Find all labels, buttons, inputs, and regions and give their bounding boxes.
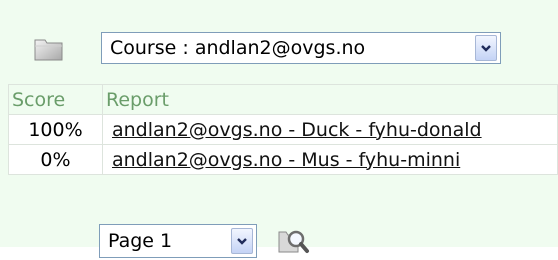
column-header-score: Score [8,84,103,115]
course-select[interactable]: Course : andlan2@ovgs.no [101,32,501,64]
column-header-report: Report [102,84,558,115]
magnifier-icon[interactable] [276,226,310,256]
report-table: Score Report 100% andlan2@ovgs.no - Duck… [8,84,558,175]
chevron-down-icon [481,45,491,52]
report-cell: andlan2@ovgs.no - Duck - fyhu-donald [102,114,558,145]
course-select-value: Course : andlan2@ovgs.no [110,37,366,59]
report-link[interactable]: andlan2@ovgs.no - Mus - fyhu-minni [112,149,460,171]
score-cell: 100% [8,114,103,145]
report-link[interactable]: andlan2@ovgs.no - Duck - fyhu-donald [112,119,482,141]
report-panel: Course : andlan2@ovgs.no Score Report 10… [0,0,558,258]
table-row: 100% andlan2@ovgs.no - Duck - fyhu-donal… [8,114,558,145]
table-row: 0% andlan2@ovgs.no - Mus - fyhu-minni [8,144,558,175]
page-select[interactable]: Page 1 [99,224,257,258]
table-header-row: Score Report [8,84,558,115]
course-dropdown-button[interactable] [475,35,497,61]
report-cell: andlan2@ovgs.no - Mus - fyhu-minni [102,144,558,175]
folder-icon[interactable] [32,34,66,62]
page-dropdown-button[interactable] [231,228,253,254]
page-select-value: Page 1 [108,230,173,252]
chevron-down-icon [237,238,247,245]
score-cell: 0% [8,144,103,175]
